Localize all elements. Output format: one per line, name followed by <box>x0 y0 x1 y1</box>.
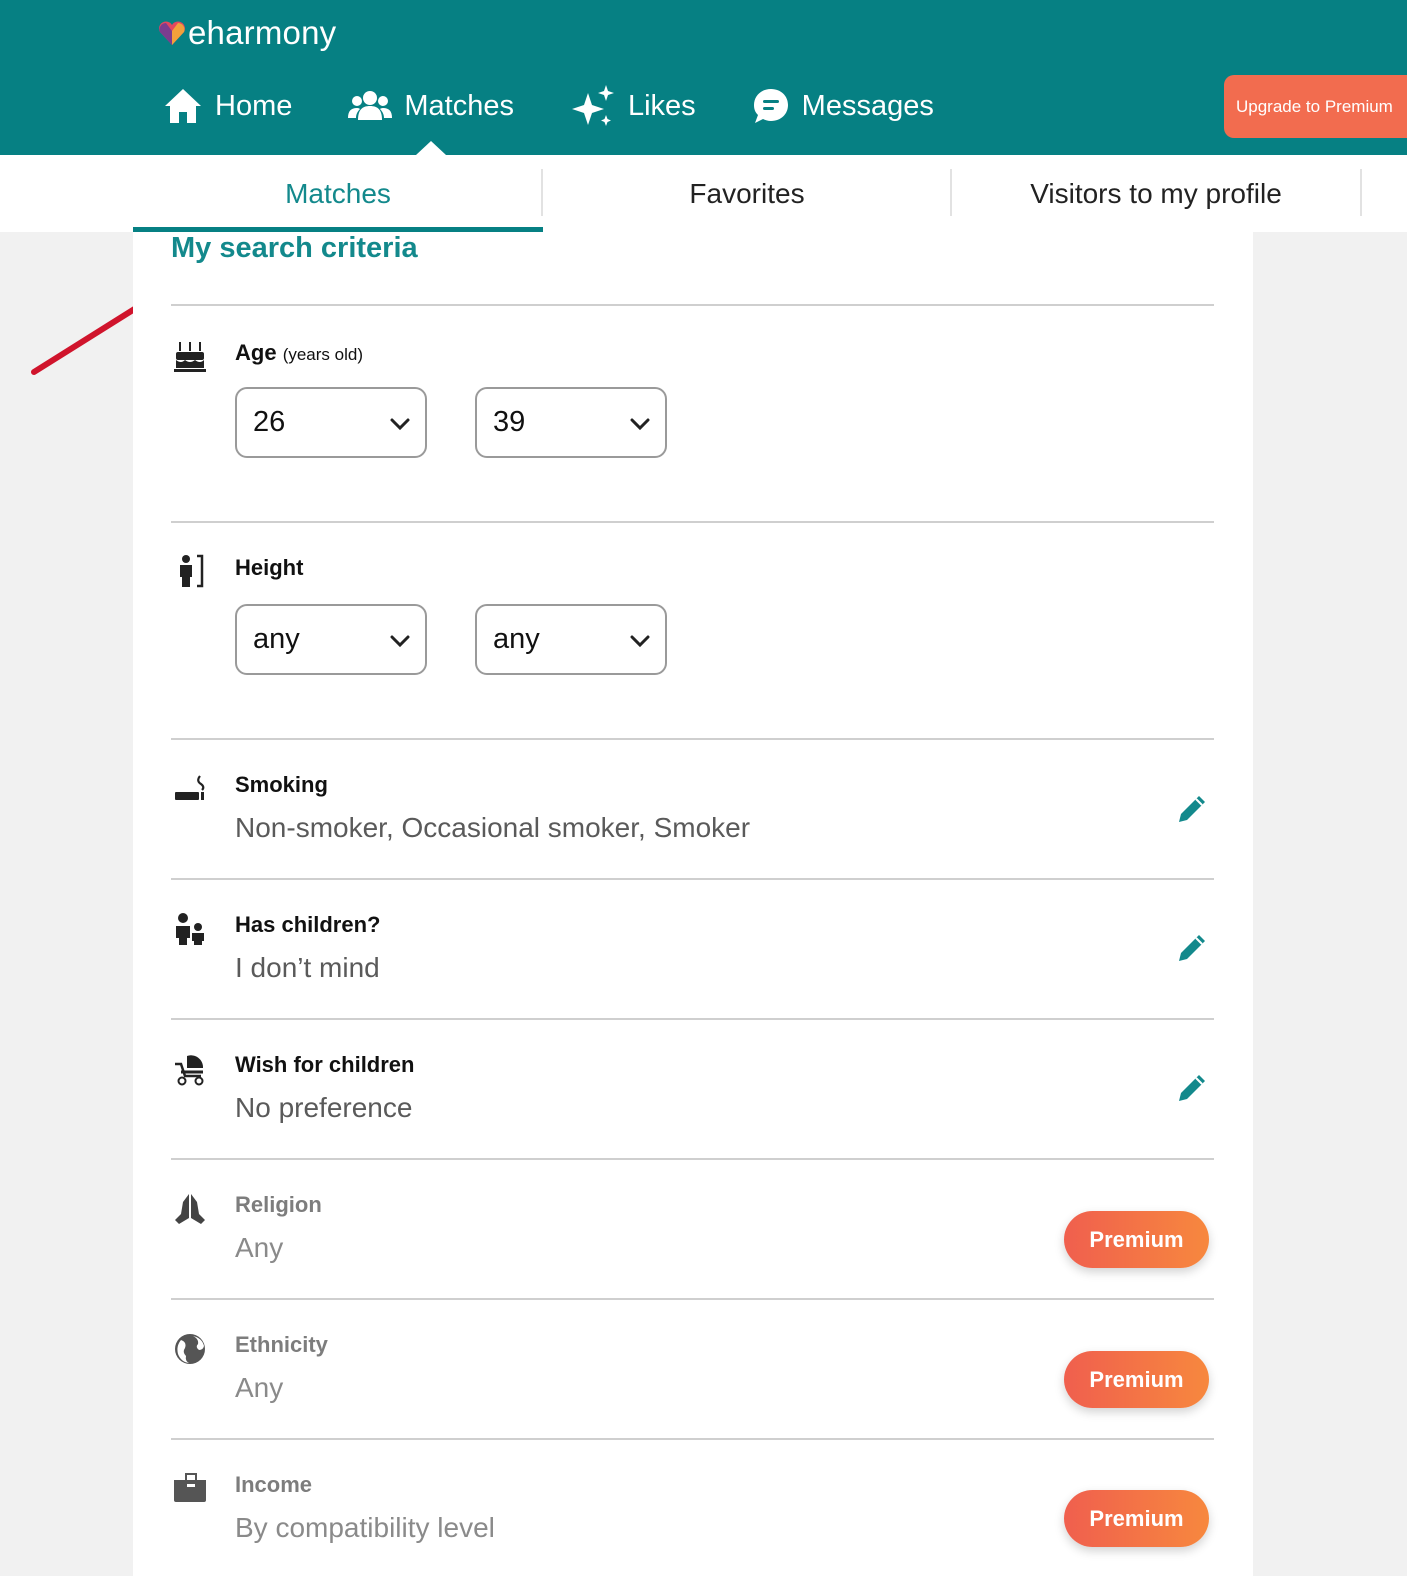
height-max-value: any <box>493 623 540 655</box>
globe-icon <box>175 1334 205 1364</box>
page-title: My search criteria <box>171 232 418 264</box>
divider <box>171 1158 1214 1160</box>
chat-bubble-icon <box>753 89 788 123</box>
height-max-select[interactable]: any <box>475 604 667 675</box>
people-icon <box>348 91 393 120</box>
search-criteria-card: My search criteria Age (years old) 26 39… <box>133 232 1253 1576</box>
ethnicity-label: Ethnicity <box>235 1332 328 1357</box>
edit-pencil-icon[interactable] <box>1175 931 1209 965</box>
religion-value: Any <box>235 1232 284 1263</box>
matches-tabs: Matches Favorites Visitors to my profile <box>0 155 1407 232</box>
age-label-text: Age <box>235 340 277 365</box>
nav-likes-label: Likes <box>627 89 696 122</box>
nav-messages-label: Messages <box>801 89 934 122</box>
divider <box>171 738 1214 740</box>
active-nav-pointer <box>416 141 446 155</box>
tab-favorites[interactable]: Favorites <box>543 155 951 232</box>
chevron-down-icon <box>390 418 410 431</box>
divider <box>171 521 1214 523</box>
height-min-select[interactable]: any <box>235 604 427 675</box>
divider <box>171 1438 1214 1440</box>
heart-logo-icon <box>159 21 185 45</box>
tab-divider <box>1360 169 1362 216</box>
nav-matches[interactable]: Matches <box>348 90 514 123</box>
home-icon <box>165 89 201 123</box>
age-sublabel: (years old) <box>282 345 363 364</box>
brand-name: eharmony <box>188 14 337 51</box>
main-nav: Home Matches Likes Messages <box>163 78 990 134</box>
smoking-label: Smoking <box>235 772 328 797</box>
upgrade-to-premium-button[interactable]: Upgrade to Premium <box>1224 75 1407 138</box>
divider <box>171 304 1214 306</box>
religion-label: Religion <box>235 1192 322 1217</box>
tab-visitors[interactable]: Visitors to my profile <box>952 155 1360 232</box>
income-label: Income <box>235 1472 313 1497</box>
religion-premium-button[interactable]: Premium <box>1064 1211 1209 1268</box>
ethnicity-value: Any <box>235 1372 284 1403</box>
income-premium-button[interactable]: Premium <box>1064 1490 1209 1547</box>
cigarette-icon <box>175 775 205 800</box>
divider <box>171 1018 1214 1020</box>
nav-likes[interactable]: Likes <box>570 83 696 129</box>
divider <box>171 878 1214 880</box>
stroller-icon <box>175 1055 204 1086</box>
eharmony-logo[interactable]: eharmony <box>158 14 336 52</box>
nav-home-label: Home <box>215 89 293 122</box>
smoking-value: Non-smoker, Occasional smoker, Smoker <box>235 812 751 843</box>
wish-children-value: No preference <box>235 1092 413 1123</box>
height-icon <box>180 554 204 588</box>
praying-hands-icon <box>175 1194 205 1224</box>
nav-matches-label: Matches <box>404 89 514 122</box>
family-icon <box>176 913 204 945</box>
divider <box>171 1298 1214 1300</box>
age-label: Age (years old) <box>235 340 363 366</box>
income-value: By compatibility level <box>235 1512 495 1543</box>
nav-messages[interactable]: Messages <box>752 87 934 125</box>
age-max-select[interactable]: 39 <box>475 387 667 458</box>
edit-pencil-icon[interactable] <box>1175 792 1209 826</box>
chevron-down-icon <box>630 635 650 648</box>
wish-children-label: Wish for children <box>235 1052 415 1077</box>
nav-home[interactable]: Home <box>163 87 292 125</box>
age-max-value: 39 <box>493 406 526 438</box>
height-label: Height <box>235 555 304 580</box>
age-min-select[interactable]: 26 <box>235 387 427 458</box>
chevron-down-icon <box>630 418 650 431</box>
tab-matches[interactable]: Matches <box>133 155 543 232</box>
has-children-label: Has children? <box>235 912 381 937</box>
chevron-down-icon <box>390 635 410 648</box>
ethnicity-premium-button[interactable]: Premium <box>1064 1351 1209 1408</box>
edit-pencil-icon[interactable] <box>1175 1071 1209 1105</box>
birthday-cake-icon <box>174 342 206 372</box>
wallet-icon <box>174 1473 206 1502</box>
height-min-value: any <box>253 623 300 655</box>
sparkles-icon <box>571 85 614 126</box>
top-header: eharmony Home Matches Likes Messages Upg… <box>0 0 1407 155</box>
has-children-value: I don’t mind <box>235 952 380 983</box>
age-min-value: 26 <box>253 406 286 438</box>
